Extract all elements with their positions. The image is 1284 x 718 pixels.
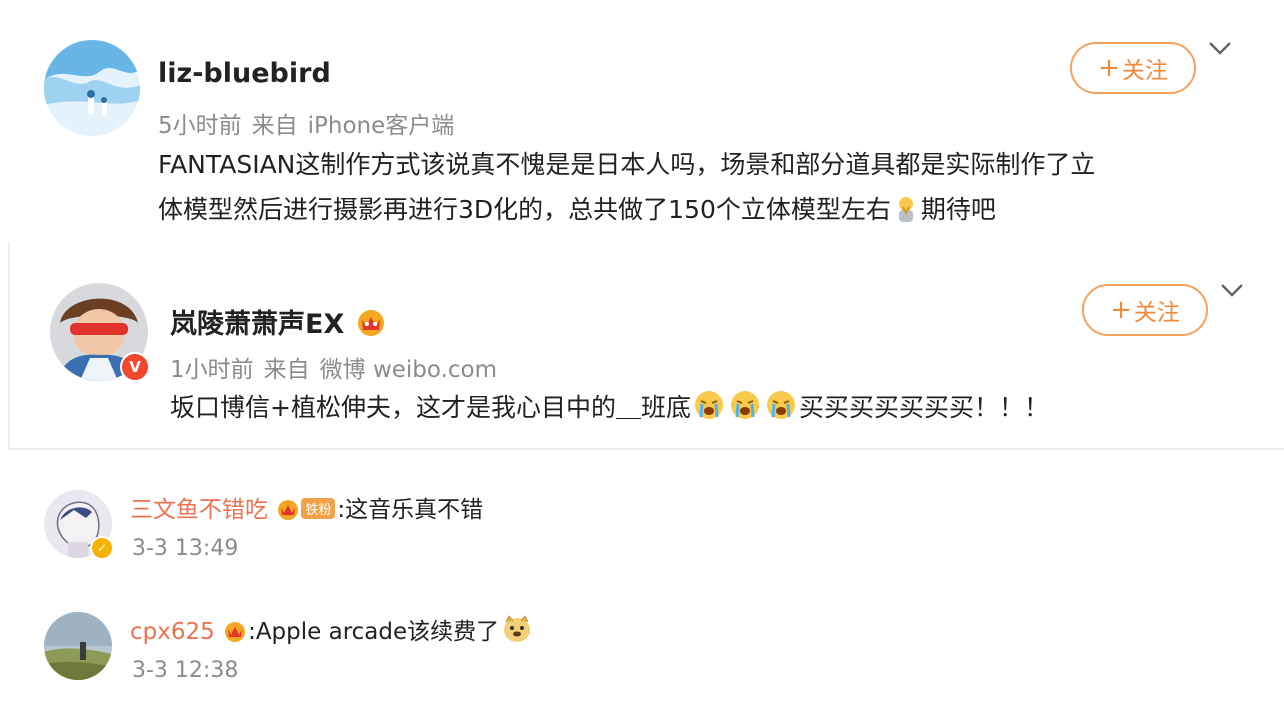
repost-username[interactable]: 岚陵萧萧声EX [170, 302, 388, 344]
crown-icon [222, 619, 248, 649]
repost-time[interactable]: 1小时前 [170, 357, 254, 383]
post-source-prefix: 来自 [251, 113, 298, 139]
post-text-line-2: 体模型然后进行摄影再进行3D化的，总共做了150个立体模型左右 期待吧 [158, 187, 1095, 237]
comment-username[interactable]: cpx625 [130, 619, 215, 645]
post-username[interactable]: liz-bluebird [158, 58, 331, 89]
comment-row: cpx625 :Apple arcade该续费了 [130, 612, 535, 650]
repost-follow-button[interactable]: + 关注 [1082, 284, 1208, 336]
plus-icon: + [1098, 53, 1120, 83]
avatar-image [44, 40, 140, 136]
pray-emoji-icon [893, 192, 919, 237]
chevron-down-icon[interactable] [1208, 40, 1232, 56]
verified-badge-icon: ✓ [90, 536, 114, 560]
crying-emoji-icon [765, 389, 797, 435]
post-text: FANTASIAN这制作方式该说真不愧是是日本人吗，场景和部分道具都是实际制作了… [158, 142, 1095, 237]
comment-text: :这音乐真不错 [337, 497, 484, 523]
comment-text: :Apple arcade该续费了 [248, 619, 500, 645]
post-source: iPhone客户端 [307, 113, 455, 139]
crown-icon [275, 497, 301, 527]
repost-text: 坂口博信+植松伸夫，这才是我心目中的＿班底 买买买买买买买！！！ [170, 385, 1049, 435]
follow-button[interactable]: + 关注 [1070, 42, 1196, 94]
crying-emoji-icon [693, 389, 725, 435]
weibo-feed: liz-bluebird 5小时前 来自 iPhone客户端 FANTASIAN这制… [0, 0, 1284, 718]
doge-emoji-icon [501, 614, 533, 650]
repost-source: 微博 weibo.com [319, 357, 498, 383]
chevron-down-icon[interactable] [1220, 282, 1244, 298]
crown-icon [354, 307, 388, 344]
post-avatar[interactable] [44, 40, 140, 136]
verified-badge-icon: V [120, 352, 150, 382]
comment-time: 3-3 12:38 [132, 658, 239, 683]
repost-source-prefix: 来自 [263, 357, 310, 383]
crying-emoji-icon [729, 389, 761, 435]
comment-time: 3-3 13:49 [132, 536, 239, 561]
post-time[interactable]: 5小时前 [158, 113, 242, 139]
post-meta: 5小时前 来自 iPhone客户端 [158, 106, 454, 140]
comment-avatar[interactable] [44, 612, 112, 680]
comment-row: 三文鱼不错吃 铁粉:这音乐真不错 [130, 490, 483, 527]
plus-icon: + [1110, 295, 1132, 325]
fan-badge: 铁粉 [301, 498, 336, 519]
repost-meta: 1小时前 来自 微博 weibo.com [170, 350, 497, 384]
comment-username[interactable]: 三文鱼不错吃 [130, 497, 268, 523]
avatar-image [44, 612, 112, 680]
post-text-line-1: FANTASIAN这制作方式该说真不愧是是日本人吗，场景和部分道具都是实际制作了… [158, 150, 1096, 179]
